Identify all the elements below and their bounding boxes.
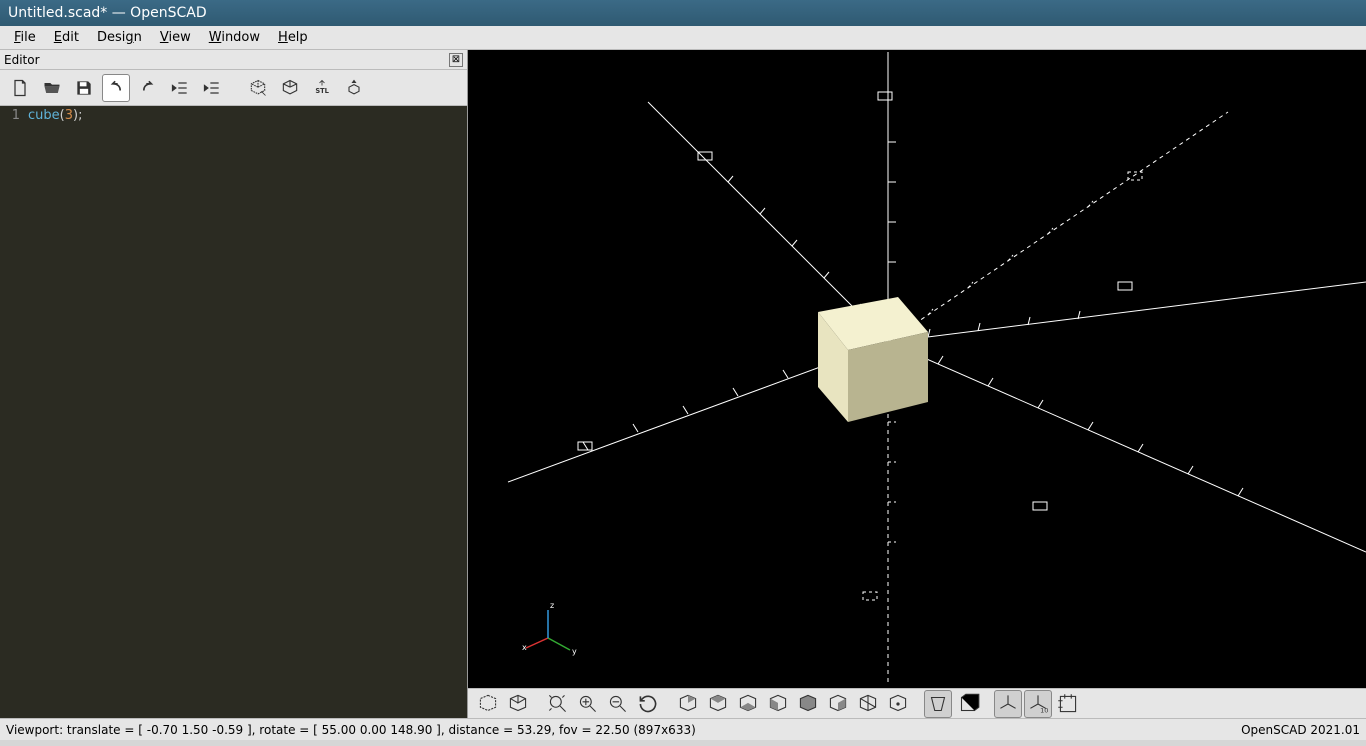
menu-bar: File Edit Design View Window Help — [0, 26, 1366, 50]
rendered-cube — [818, 297, 928, 422]
svg-text:x: x — [522, 643, 527, 652]
viewport-toolbar: 10 — [468, 688, 1366, 718]
perspective-button[interactable] — [924, 690, 952, 718]
code-content[interactable]: cube(3); — [24, 106, 467, 718]
view-back-button[interactable] — [824, 690, 852, 718]
show-axes-button[interactable] — [994, 690, 1022, 718]
indent-button[interactable] — [198, 74, 226, 102]
zoom-out-button[interactable] — [604, 690, 632, 718]
view-diagonal-button[interactable] — [854, 690, 882, 718]
editor-toolbar: STL — [0, 70, 467, 106]
3d-scene — [468, 50, 1366, 688]
svg-text:10: 10 — [1040, 706, 1048, 714]
menu-help[interactable]: Help — [270, 28, 316, 47]
zoom-in-button[interactable] — [574, 690, 602, 718]
menu-window[interactable]: Window — [201, 28, 268, 47]
show-edges-button[interactable] — [1054, 690, 1082, 718]
viewport-pane: x y z 10 — [468, 50, 1366, 718]
zoom-all-button[interactable] — [544, 690, 572, 718]
view-top-button[interactable] — [704, 690, 732, 718]
save-button[interactable] — [70, 74, 98, 102]
orthogonal-button[interactable] — [954, 690, 982, 718]
undo-button[interactable] — [102, 74, 130, 102]
window-titlebar: Untitled.scad* — OpenSCAD — [0, 0, 1366, 26]
editor-close-button[interactable]: ⊠ — [449, 53, 463, 67]
unindent-button[interactable] — [166, 74, 194, 102]
preview-button[interactable] — [244, 74, 272, 102]
menu-view[interactable]: View — [152, 28, 199, 47]
menu-edit[interactable]: Edit — [46, 28, 87, 47]
view-left-button[interactable] — [764, 690, 792, 718]
svg-text:z: z — [550, 601, 554, 610]
redo-button[interactable] — [134, 74, 162, 102]
vt-preview-button[interactable] — [474, 690, 502, 718]
editor-pane: Editor ⊠ STL 1 cube(3); — [0, 50, 468, 718]
line-gutter: 1 — [0, 106, 24, 718]
view-center-button[interactable] — [884, 690, 912, 718]
send-3d-button[interactable] — [340, 74, 368, 102]
view-bottom-button[interactable] — [734, 690, 762, 718]
editor-panel-header: Editor ⊠ — [0, 50, 467, 70]
window-title: Untitled.scad* — OpenSCAD — [8, 5, 207, 21]
view-front-button[interactable] — [794, 690, 822, 718]
3d-viewport[interactable]: x y z — [468, 50, 1366, 688]
editor-panel-title: Editor — [4, 53, 40, 67]
viewport-status: Viewport: translate = [ -0.70 1.50 -0.59… — [6, 723, 696, 737]
reset-view-button[interactable] — [634, 690, 662, 718]
svg-text:y: y — [572, 647, 577, 656]
view-right-button[interactable] — [674, 690, 702, 718]
menu-file[interactable]: File — [6, 28, 44, 47]
scale-markers-button[interactable]: 10 — [1024, 690, 1052, 718]
code-editor[interactable]: 1 cube(3); — [0, 106, 467, 718]
status-bar: Viewport: translate = [ -0.70 1.50 -0.59… — [0, 718, 1366, 740]
version-label: OpenSCAD 2021.01 — [1241, 723, 1360, 737]
menu-design[interactable]: Design — [89, 28, 150, 47]
axes-indicator: x y z — [518, 598, 578, 658]
render-button[interactable] — [276, 74, 304, 102]
vt-render-button[interactable] — [504, 690, 532, 718]
export-stl-button[interactable]: STL — [308, 74, 336, 102]
new-button[interactable] — [6, 74, 34, 102]
svg-text:STL: STL — [315, 87, 329, 95]
open-button[interactable] — [38, 74, 66, 102]
